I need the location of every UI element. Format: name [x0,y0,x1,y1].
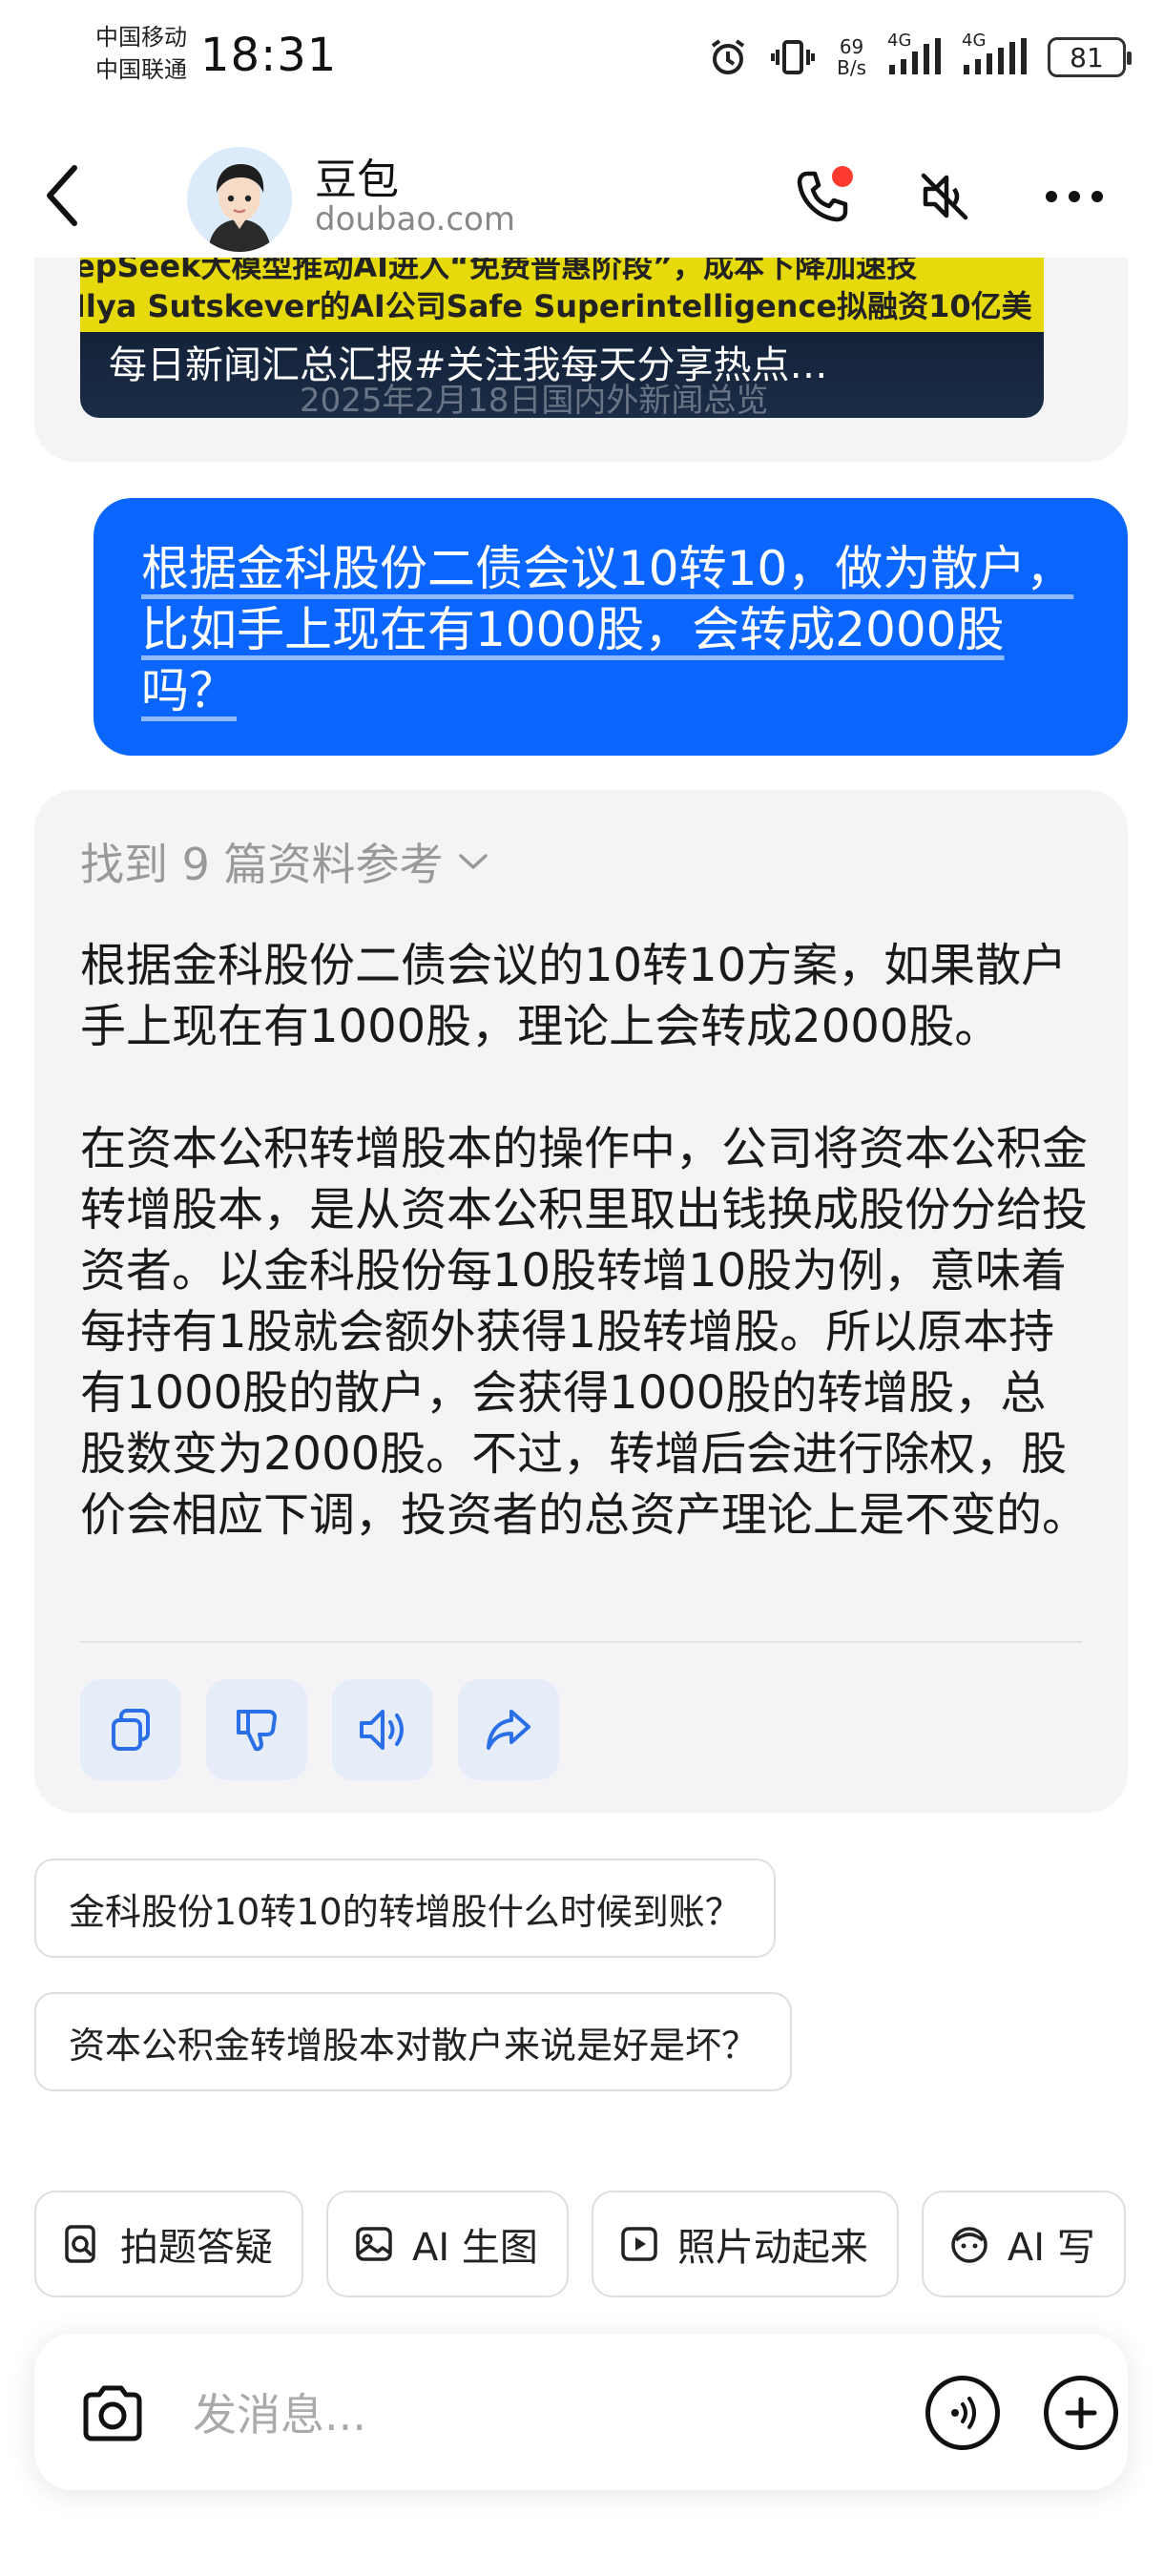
suggestion-chip-2[interactable]: 资本公积金转增股本对散户来说是好是坏？ [34,1992,793,2091]
plus-icon [1065,2397,1097,2429]
suggestion-text: 资本公积金转增股本对散户来说是好是坏？ [69,2024,759,2067]
suggestion-chip-1[interactable]: 金科股份10转10的转增股什么时候到账？ [34,1859,776,1958]
tool-label: 照片动起来 [676,2226,868,2270]
news-title: 每日新闻汇总汇报#关注我每天分享热点… [109,343,828,387]
play-icon [621,2227,657,2261]
message-input-bar [34,2334,1128,2490]
tool-ai-write[interactable]: AI 写 [921,2191,1126,2297]
previous-message-card: epSeek大模型推动AI进入“免费普惠阶段”，成本下降加速技 Ilya Sut… [34,258,1128,462]
mute-button[interactable] [906,158,983,235]
tool-label: AI 写 [1007,2226,1095,2270]
back-button[interactable] [42,162,99,229]
notification-dot [832,166,853,187]
references-toggle[interactable]: 找到 9 篇资料参考 [80,830,489,893]
signal-icon-2: 4G [962,31,1027,78]
alarm-icon [707,36,749,78]
bot-avatar-icon [187,147,292,252]
answer-actions [80,1679,559,1780]
news-video-card[interactable]: epSeek大模型推动AI进入“免费普惠阶段”，成本下降加速技 Ilya Sut… [80,258,1044,418]
battery-indicator: 81 [1048,37,1132,77]
face-icon [951,2227,987,2263]
share-icon [487,1710,530,1750]
carrier-2: 中国联通 [95,56,187,83]
assistant-answer-card: 找到 9 篇资料参考 根据金科股份二债会议的10转10方案，如果散户手上现在有1… [34,790,1128,1813]
bot-name: 豆包 [315,156,399,204]
carrier-info: 中国移动 中国联通 [95,21,187,86]
bot-domain: doubao.com [315,200,515,239]
chevron-down-icon [458,854,488,869]
image-icon [356,2227,392,2261]
references-label: 找到 9 篇资料参考 [80,839,444,890]
signal-icon-1: 4G [887,31,941,78]
clock: 18:31 [200,29,338,82]
status-icons: 69 B/s 4G 4G 81 [707,29,1132,86]
speaker-muted-icon [921,173,968,220]
news-line-2: Ilya Sutskever的AI公司Safe Superintelligenc… [80,288,1032,324]
tool-label: AI 生图 [412,2226,538,2270]
carrier-1: 中国移动 [95,24,187,51]
share-button[interactable] [458,1679,559,1780]
chat-screen: 中国移动 中国联通 18:31 69 B/s 4G 4G 81 豆包 douba… [0,0,1164,2576]
voice-input-button[interactable] [925,2376,1000,2450]
read-aloud-button[interactable] [332,1679,433,1780]
news-headline-band: epSeek大模型推动AI进入“免费普惠阶段”，成本下降加速技 Ilya Sut… [80,258,1044,332]
thumbs-down-icon [237,1710,277,1752]
add-button[interactable] [1044,2376,1118,2450]
dislike-button[interactable] [206,1679,307,1780]
vibrate-icon [770,36,816,78]
speaker-icon [360,1710,404,1750]
more-button[interactable] [1036,158,1112,235]
tool-photo-qa[interactable]: 拍题答疑 [34,2191,303,2297]
message-input[interactable] [193,2381,727,2448]
sound-wave-icon [951,2397,976,2429]
chat-header: 豆包 doubao.com [0,134,1164,258]
suggestion-text: 金科股份10转10的转增股什么时候到账？ [69,1890,741,1933]
copy-button[interactable] [80,1679,181,1780]
camera-icon [83,2385,142,2441]
voice-call-button[interactable] [784,158,861,235]
tool-label: 拍题答疑 [120,2226,273,2270]
tool-animate-photo[interactable]: 照片动起来 [591,2191,899,2297]
chevron-left-icon [47,165,77,226]
divider [80,1641,1082,1643]
more-icon [1046,191,1103,202]
camera-button[interactable] [76,2378,149,2450]
photo-search-icon [65,2225,95,2263]
status-bar: 中国移动 中国联通 18:31 69 B/s 4G 4G 81 [0,0,1164,114]
quick-tools-bar: 拍题答疑 AI 生图 照片动起来 AI 写 [34,2191,1164,2297]
copy-icon [112,1709,150,1751]
user-message-bubble[interactable]: 根据金科股份二债会议10转10，做为散户，比如手上现在有1000股，会转成200… [94,498,1128,756]
user-message-text: 根据金科股份二债会议10转10，做为散户，比如手上现在有1000股，会转成200… [141,541,1074,718]
answer-paragraph-2: 在资本公积转增股本的操作中，公司将资本公积金转增股本，是从资本公积里取出钱换成股… [80,1122,1089,1542]
answer-paragraph-1: 根据金科股份二债会议的10转10方案，如果散户手上现在有1000股，理论上会转成… [80,939,1068,1053]
avatar[interactable] [187,147,292,252]
tool-ai-image[interactable]: AI 生图 [326,2191,569,2297]
net-speed: 69 B/s [837,35,866,79]
